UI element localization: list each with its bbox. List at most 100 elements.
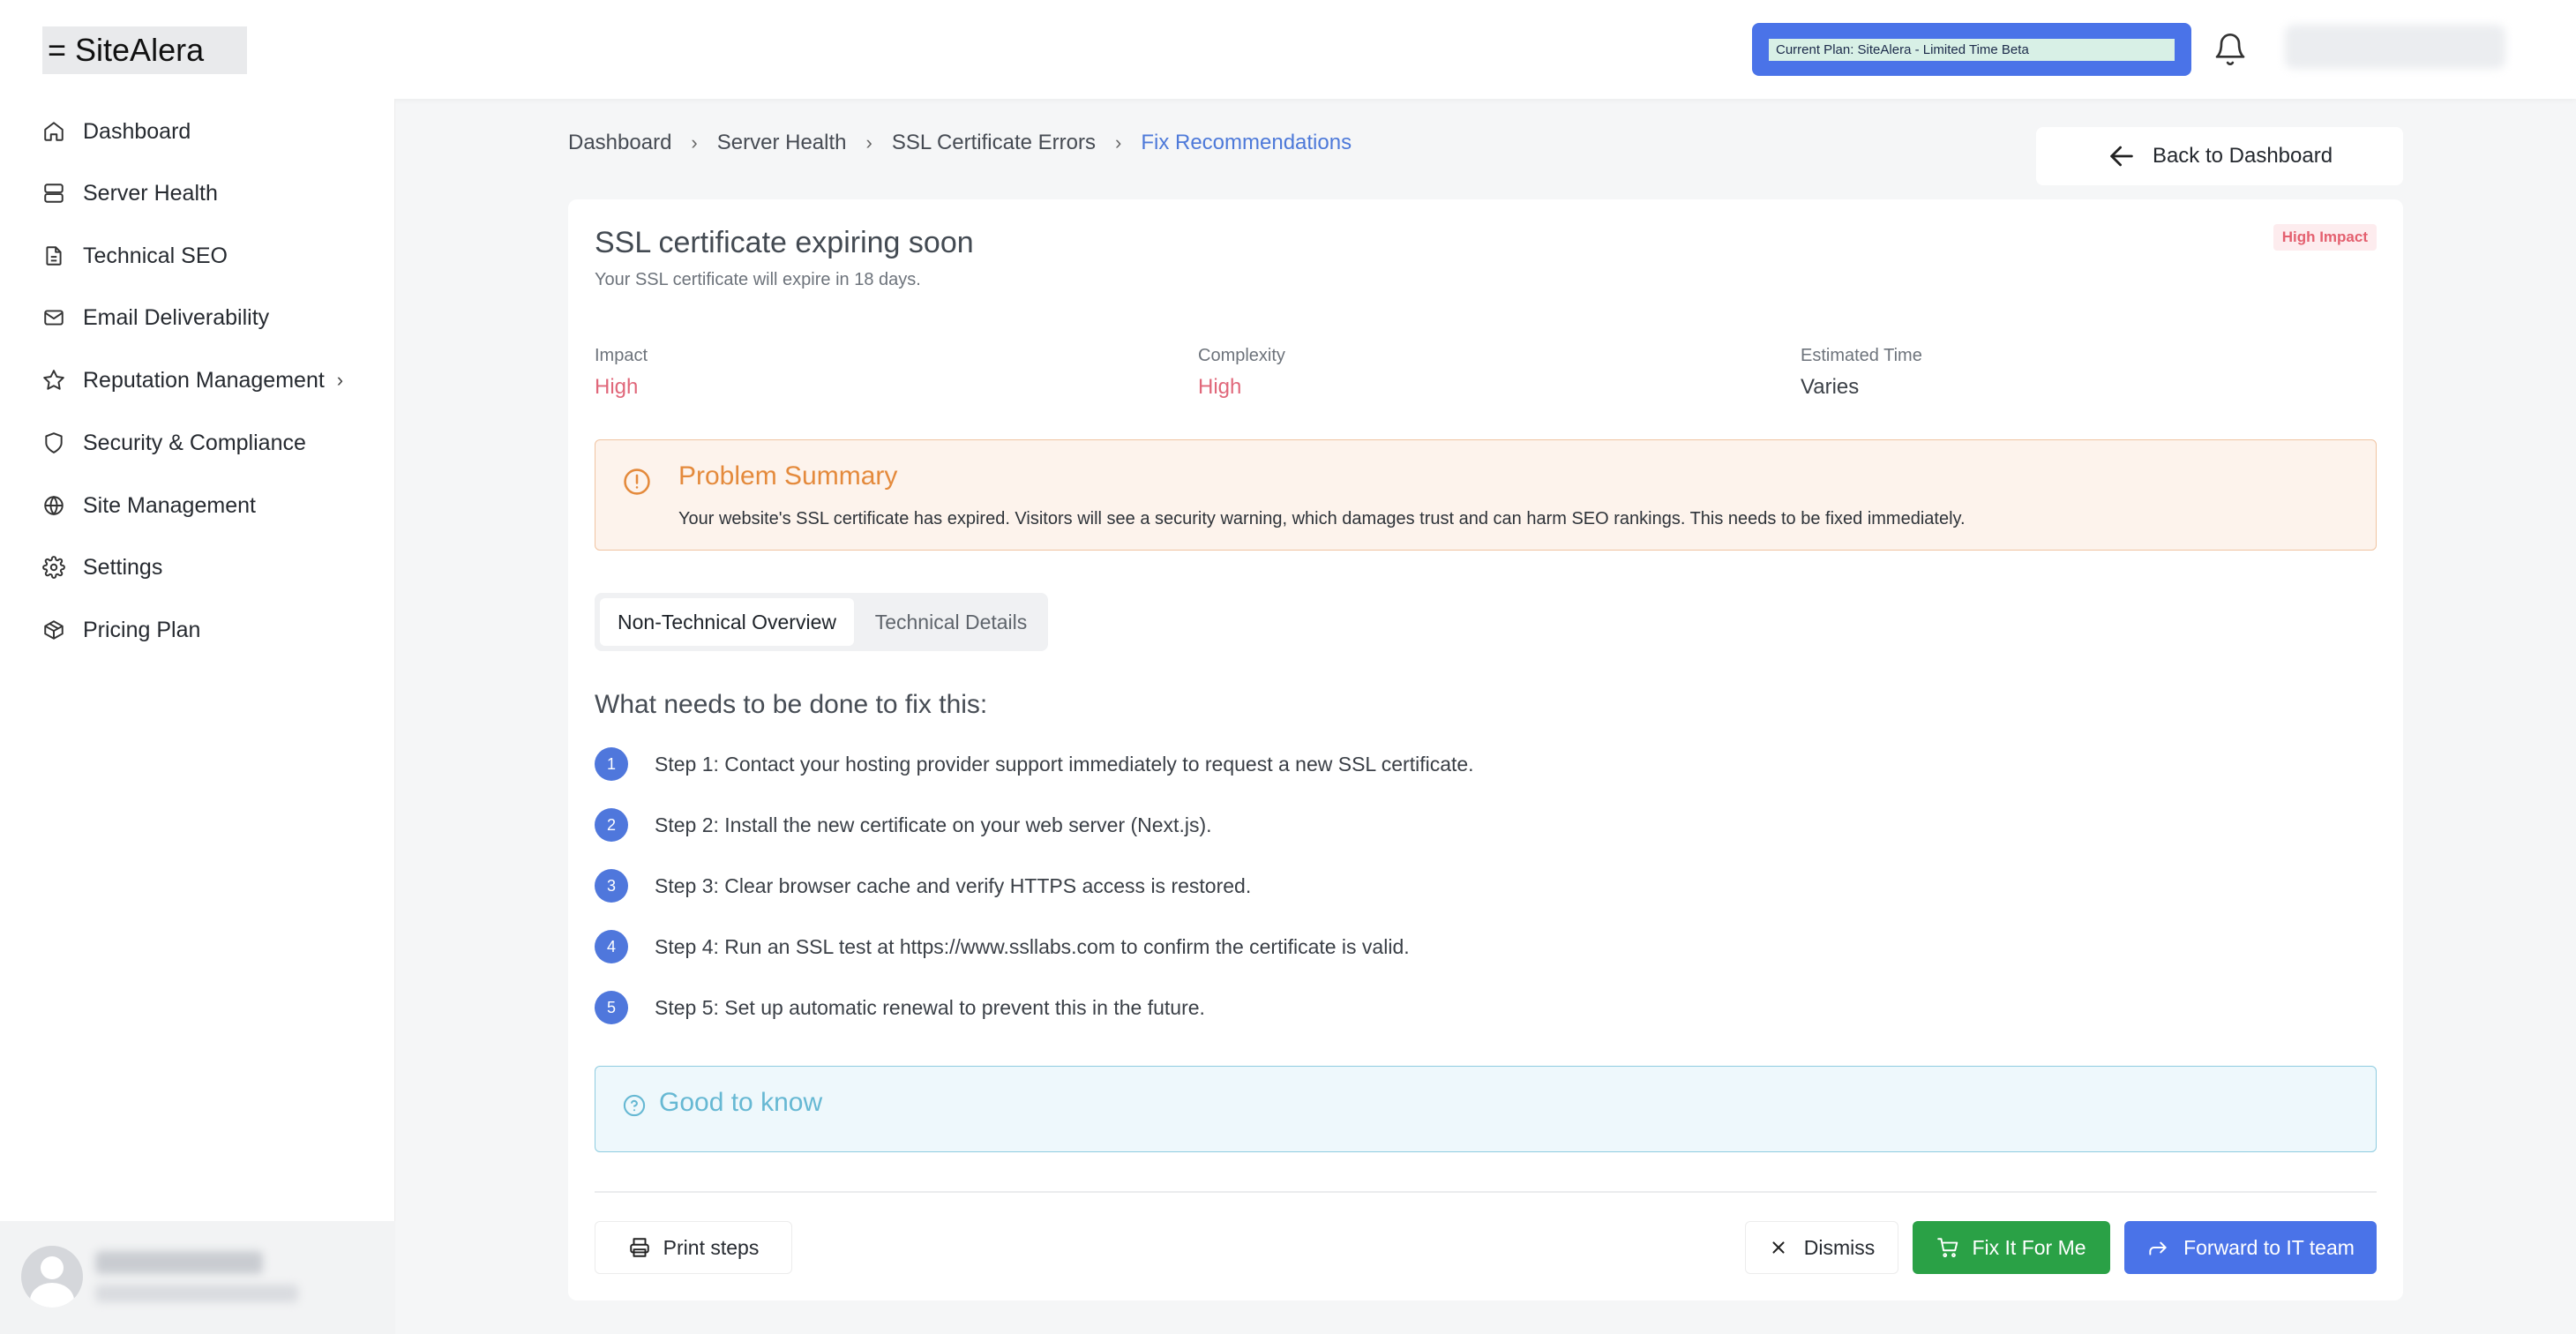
problem-summary: Problem Summary Your website's SSL certi…	[595, 439, 2377, 551]
user-name-redacted	[95, 1251, 263, 1274]
sidebar-item-label: Reputation Management	[83, 367, 325, 393]
back-to-dashboard-button[interactable]: Back to Dashboard	[2036, 127, 2403, 185]
problem-title: Problem Summary	[678, 461, 898, 491]
step-text: Step 4: Run an SSL test at https://www.s…	[655, 934, 1410, 958]
sidebar-item-technical-seo[interactable]: Technical SEO	[42, 238, 228, 274]
back-button-label: Back to Dashboard	[2152, 144, 2333, 168]
user-email-redacted	[95, 1285, 298, 1302]
chevron-right-icon: ›	[865, 131, 872, 154]
sidebar-item-label: Technical SEO	[83, 243, 228, 268]
sidebar-item-label: Site Management	[83, 492, 256, 518]
list-item: 5 Step 5: Set up automatic renewal to pr…	[595, 990, 1205, 1025]
globe-icon	[44, 495, 64, 516]
sidebar-item-label: Server Health	[83, 180, 218, 206]
chevron-right-icon: ›	[691, 131, 698, 154]
tab-non-technical[interactable]: Non-Technical Overview	[600, 598, 854, 646]
meta-value: Varies	[1801, 375, 1860, 399]
sidebar-item-security-compliance[interactable]: Security & Compliance	[42, 425, 306, 461]
breadcrumb: Dashboard › Server Health › SSL Certific…	[568, 131, 1352, 155]
sidebar-item-reputation-management[interactable]: Reputation Management ›	[42, 363, 343, 398]
dismiss-button[interactable]: Dismiss	[1745, 1221, 1898, 1274]
sidebar-item-label: Settings	[83, 554, 163, 580]
avatar	[21, 1246, 83, 1308]
sidebar-item-label: Dashboard	[83, 118, 191, 144]
list-item: 2 Step 2: Install the new certificate on…	[595, 807, 1212, 843]
meta-estimated-time: Estimated Time Varies	[1801, 346, 1922, 400]
step-number: 5	[595, 991, 628, 1024]
help-circle-icon	[623, 1094, 646, 1117]
problem-text: Your website's SSL certificate has expir…	[678, 509, 1966, 528]
forward-label: Forward to IT team	[2183, 1235, 2355, 1259]
mail-icon	[44, 310, 64, 326]
good-to-know-title: Good to know	[659, 1088, 823, 1117]
sidebar-item-server-health[interactable]: Server Health	[42, 176, 218, 211]
chevron-right-icon: ›	[1115, 131, 1122, 154]
close-icon	[1772, 1241, 1785, 1254]
meta-label: Impact	[595, 346, 648, 365]
current-plan-button[interactable]: Current Plan: SiteAlera - Limited Time B…	[1752, 23, 2191, 76]
user-menu[interactable]	[2285, 25, 2505, 69]
step-text: Step 3: Clear browser cache and verify H…	[655, 873, 1252, 897]
sidebar-item-label: Pricing Plan	[83, 617, 201, 642]
forward-to-it-button[interactable]: Forward to IT team	[2124, 1221, 2377, 1274]
meta-value: High	[1198, 375, 1242, 399]
chevron-right-icon: ›	[336, 369, 344, 391]
print-steps-button[interactable]: Print steps	[595, 1221, 792, 1274]
meta-label: Estimated Time	[1801, 346, 1922, 365]
step-number: 2	[595, 808, 628, 842]
fix-it-label: Fix It For Me	[1972, 1235, 2086, 1259]
forward-icon	[2149, 1241, 2167, 1255]
issue-subtitle: Your SSL certificate will expire in 18 d…	[595, 270, 921, 289]
document-icon	[46, 246, 62, 266]
list-item: 3 Step 3: Clear browser cache and verify…	[595, 868, 1251, 903]
print-label: Print steps	[663, 1235, 760, 1259]
issue-card: SSL certificate expiring soon Your SSL c…	[568, 199, 2403, 1300]
meta-impact: Impact High	[595, 346, 648, 400]
top-bar: = SiteAlera Current Plan: SiteAlera - Li…	[0, 0, 2576, 99]
breadcrumb-ssl-errors[interactable]: SSL Certificate Errors	[892, 131, 1096, 155]
home-icon	[44, 122, 64, 141]
sidebar-item-settings[interactable]: Settings	[42, 550, 162, 585]
step-number: 1	[595, 747, 628, 781]
page-title: SSL certificate expiring soon	[595, 226, 974, 259]
sidebar-item-pricing-plan[interactable]: Pricing Plan	[42, 612, 200, 648]
cart-icon	[1937, 1238, 1958, 1258]
list-item: 4 Step 4: Run an SSL test at https://www…	[595, 929, 1410, 964]
sidebar-item-dashboard[interactable]: Dashboard	[42, 114, 191, 149]
dismiss-label: Dismiss	[1803, 1235, 1876, 1259]
gear-icon	[42, 556, 65, 579]
step-text: Step 2: Install the new certificate on y…	[655, 813, 1212, 836]
meta-complexity: Complexity High	[1198, 346, 1285, 400]
meta-label: Complexity	[1198, 346, 1285, 365]
server-icon	[44, 184, 64, 203]
sidebar-item-label: Security & Compliance	[83, 430, 306, 455]
breadcrumb-current: Fix Recommendations	[1141, 131, 1352, 154]
star-icon	[43, 370, 64, 390]
list-item: 1 Step 1: Contact your hosting provider …	[595, 746, 1474, 782]
bell-icon[interactable]	[2213, 32, 2248, 67]
fix-heading: What needs to be done to fix this:	[595, 690, 988, 719]
impact-badge: High Impact	[2273, 224, 2377, 251]
meta-value: High	[595, 375, 639, 399]
sidebar-item-site-management[interactable]: Site Management	[42, 488, 256, 523]
view-tabs: Non-Technical Overview Technical Details	[595, 593, 1048, 651]
tab-technical-details[interactable]: Technical Details	[859, 598, 1043, 646]
divider	[595, 1191, 2377, 1193]
step-number: 4	[595, 930, 628, 963]
sidebar-item-email-deliverability[interactable]: Email Deliverability	[42, 300, 269, 335]
step-number: 3	[595, 869, 628, 903]
package-icon	[44, 620, 64, 640]
printer-icon	[629, 1238, 649, 1257]
app-logo[interactable]: = SiteAlera	[42, 26, 247, 74]
shield-icon	[45, 432, 63, 453]
breadcrumb-dashboard[interactable]: Dashboard	[568, 131, 671, 155]
current-plan-label: Current Plan: SiteAlera - Limited Time B…	[1769, 38, 2175, 61]
fix-it-for-me-button[interactable]: Fix It For Me	[1913, 1221, 2110, 1274]
arrow-left-icon	[2110, 146, 2133, 167]
good-to-know-panel[interactable]: Good to know	[595, 1066, 2377, 1152]
breadcrumb-server-health[interactable]: Server Health	[717, 131, 847, 155]
sidebar-item-label: Email Deliverability	[83, 304, 270, 330]
step-text: Step 5: Set up automatic renewal to prev…	[655, 995, 1205, 1019]
step-text: Step 1: Contact your hosting provider su…	[655, 752, 1474, 776]
user-profile[interactable]	[0, 1221, 395, 1334]
